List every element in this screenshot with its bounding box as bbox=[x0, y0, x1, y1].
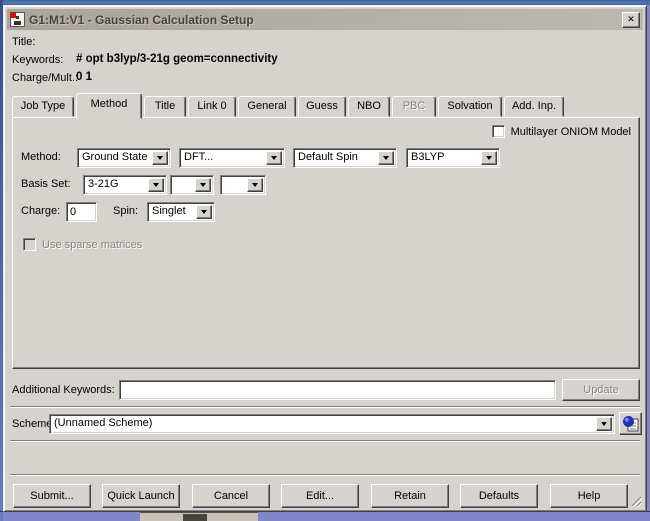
functional-value: B3LYP bbox=[411, 151, 445, 163]
dropdown-arrow-icon[interactable] bbox=[152, 151, 168, 165]
basis-option2-combo[interactable] bbox=[220, 175, 266, 195]
method-state-combo[interactable]: Ground State bbox=[77, 148, 171, 168]
retain-button[interactable]: Retain bbox=[371, 484, 449, 508]
resize-grip[interactable] bbox=[628, 493, 643, 508]
charge-mult-value: 0 1 bbox=[76, 71, 92, 83]
dropdown-arrow-icon[interactable] bbox=[596, 417, 612, 431]
basis-set-label: Basis Set: bbox=[21, 178, 71, 190]
tab-pbc: PBC bbox=[392, 96, 436, 117]
keywords-label: Keywords: bbox=[12, 54, 64, 66]
edit-button[interactable]: Edit... bbox=[281, 484, 359, 508]
basis-set-value: 3-21G bbox=[88, 178, 119, 190]
method-type-combo[interactable]: DFT... bbox=[179, 148, 285, 168]
divider bbox=[10, 406, 640, 408]
tab-bar: Job Type Method Title Link 0 General Gue… bbox=[12, 93, 642, 119]
charge-label: Charge: bbox=[21, 205, 61, 217]
resize-grip-icon bbox=[631, 496, 643, 508]
gaussian-calculation-setup-dialog: G1:M1:V1 - Gaussian Calculation Setup ✕ … bbox=[3, 5, 647, 512]
defaults-button[interactable]: Defaults bbox=[460, 484, 538, 508]
keywords-value: # opt b3lyp/3-21g geom=connectivity bbox=[76, 53, 278, 65]
tab-add-inp[interactable]: Add. Inp. bbox=[504, 96, 564, 117]
tab-title[interactable]: Title bbox=[144, 96, 186, 117]
window-title: G1:M1:V1 - Gaussian Calculation Setup bbox=[29, 12, 254, 27]
update-button: Update bbox=[562, 379, 640, 401]
app-icon-mark bbox=[16, 16, 19, 19]
additional-keywords-label: Additional Keywords: bbox=[12, 384, 115, 396]
dropdown-arrow-icon[interactable] bbox=[196, 205, 212, 219]
basis-set-combo[interactable]: 3-21G bbox=[83, 175, 167, 195]
dropdown-arrow-icon[interactable] bbox=[266, 151, 282, 165]
tab-job-type[interactable]: Job Type bbox=[12, 96, 74, 117]
functional-combo[interactable]: B3LYP bbox=[406, 148, 500, 168]
gaussview-app-icon bbox=[10, 12, 25, 27]
method-type-value: DFT... bbox=[184, 151, 214, 163]
charge-input[interactable] bbox=[66, 202, 97, 222]
tab-link0[interactable]: Link 0 bbox=[188, 96, 236, 117]
dropdown-arrow-icon[interactable] bbox=[378, 151, 394, 165]
dropdown-arrow-icon[interactable] bbox=[481, 151, 497, 165]
multilayer-oniom-label: Multilayer ONIOM Model bbox=[510, 125, 631, 138]
tab-nbo[interactable]: NBO bbox=[348, 96, 390, 117]
additional-keywords-input[interactable] bbox=[119, 380, 556, 400]
method-state-value: Ground State bbox=[82, 151, 148, 163]
spin-label: Spin: bbox=[113, 205, 139, 217]
close-icon: ✕ bbox=[627, 14, 635, 24]
default-spin-value: Default Spin bbox=[298, 151, 358, 163]
app-icon-mark2 bbox=[14, 21, 21, 25]
dropdown-arrow-icon[interactable] bbox=[247, 178, 263, 192]
method-label: Method: bbox=[21, 151, 61, 163]
spin-value: Singlet bbox=[152, 205, 186, 217]
tab-method[interactable]: Method bbox=[76, 93, 142, 119]
tab-solvation[interactable]: Solvation bbox=[438, 96, 502, 117]
help-button[interactable]: Help bbox=[550, 484, 628, 508]
background-window-fragment bbox=[140, 512, 258, 521]
title-label: Title: bbox=[12, 36, 36, 48]
sparse-matrices-label: Use sparse matrices bbox=[42, 238, 143, 251]
background-window-mark bbox=[183, 514, 207, 521]
scheme-value: (Unnamed Scheme) bbox=[54, 417, 153, 429]
multilayer-oniom-checkbox[interactable] bbox=[491, 125, 505, 138]
title-bar[interactable]: G1:M1:V1 - Gaussian Calculation Setup ✕ bbox=[7, 9, 643, 30]
scheme-combo[interactable]: (Unnamed Scheme) bbox=[49, 414, 615, 434]
scheme-sphere-document-icon bbox=[623, 416, 639, 432]
default-spin-combo[interactable]: Default Spin bbox=[293, 148, 397, 168]
scheme-editor-button[interactable] bbox=[619, 412, 642, 435]
dropdown-arrow-icon[interactable] bbox=[148, 178, 164, 192]
submit-button[interactable]: Submit... bbox=[13, 484, 91, 508]
tab-guess[interactable]: Guess bbox=[298, 96, 346, 117]
dropdown-arrow-icon[interactable] bbox=[195, 178, 211, 192]
sparse-matrices-checkbox bbox=[23, 238, 36, 251]
close-button[interactable]: ✕ bbox=[622, 11, 640, 28]
tab-general[interactable]: General bbox=[238, 96, 296, 117]
charge-mult-label: Charge/Mult.: bbox=[12, 72, 79, 84]
footer-divider bbox=[10, 474, 640, 476]
divider bbox=[10, 440, 640, 442]
spin-combo[interactable]: Singlet bbox=[147, 202, 215, 222]
quick-launch-button[interactable]: Quick Launch bbox=[102, 484, 180, 508]
cancel-button[interactable]: Cancel bbox=[192, 484, 270, 508]
basis-option1-combo[interactable] bbox=[170, 175, 214, 195]
method-tab-panel: Multilayer ONIOM Model Method: Ground St… bbox=[12, 117, 640, 369]
